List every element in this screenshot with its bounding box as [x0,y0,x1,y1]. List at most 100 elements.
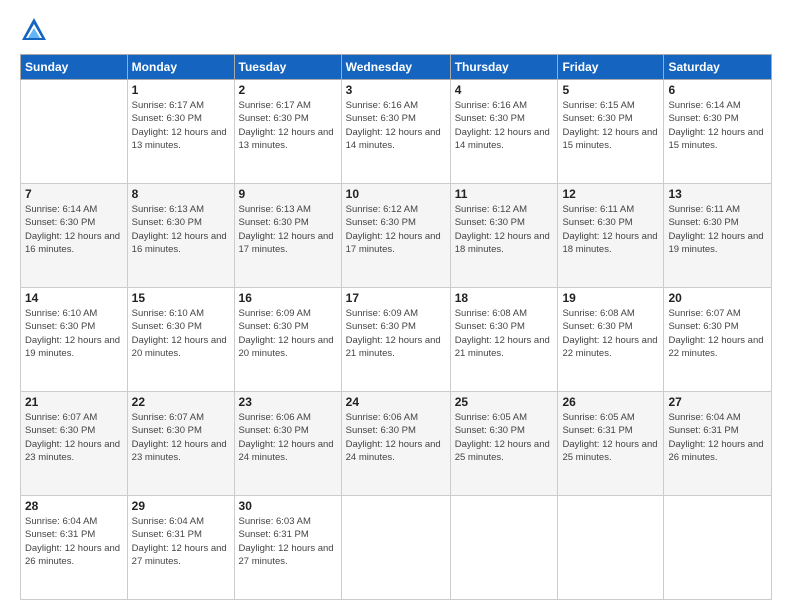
calendar-cell: 9 Sunrise: 6:13 AMSunset: 6:30 PMDayligh… [234,184,341,288]
calendar-cell: 22 Sunrise: 6:07 AMSunset: 6:30 PMDaylig… [127,392,234,496]
day-info: Sunrise: 6:14 AMSunset: 6:30 PMDaylight:… [25,204,120,255]
calendar-header-wednesday: Wednesday [341,55,450,80]
calendar-header-row: SundayMondayTuesdayWednesdayThursdayFrid… [21,55,772,80]
day-info: Sunrise: 6:11 AMSunset: 6:30 PMDaylight:… [668,204,763,255]
day-info: Sunrise: 6:05 AMSunset: 6:31 PMDaylight:… [562,412,657,463]
calendar-cell: 15 Sunrise: 6:10 AMSunset: 6:30 PMDaylig… [127,288,234,392]
day-number: 22 [132,395,230,409]
calendar-week-1: 1 Sunrise: 6:17 AMSunset: 6:30 PMDayligh… [21,80,772,184]
day-info: Sunrise: 6:11 AMSunset: 6:30 PMDaylight:… [562,204,657,255]
day-number: 30 [239,499,337,513]
day-number: 21 [25,395,123,409]
calendar-cell: 5 Sunrise: 6:15 AMSunset: 6:30 PMDayligh… [558,80,664,184]
day-info: Sunrise: 6:07 AMSunset: 6:30 PMDaylight:… [25,412,120,463]
calendar-cell [341,496,450,600]
day-number: 27 [668,395,767,409]
day-number: 19 [562,291,659,305]
day-info: Sunrise: 6:04 AMSunset: 6:31 PMDaylight:… [25,516,120,567]
calendar-cell: 7 Sunrise: 6:14 AMSunset: 6:30 PMDayligh… [21,184,128,288]
calendar-header-friday: Friday [558,55,664,80]
calendar-header-sunday: Sunday [21,55,128,80]
day-info: Sunrise: 6:06 AMSunset: 6:30 PMDaylight:… [346,412,441,463]
day-info: Sunrise: 6:09 AMSunset: 6:30 PMDaylight:… [346,308,441,359]
day-info: Sunrise: 6:10 AMSunset: 6:30 PMDaylight:… [132,308,227,359]
day-number: 16 [239,291,337,305]
day-info: Sunrise: 6:06 AMSunset: 6:30 PMDaylight:… [239,412,334,463]
day-number: 15 [132,291,230,305]
calendar-cell [21,80,128,184]
day-number: 5 [562,83,659,97]
day-number: 18 [455,291,554,305]
day-number: 3 [346,83,446,97]
day-info: Sunrise: 6:07 AMSunset: 6:30 PMDaylight:… [668,308,763,359]
calendar-cell: 17 Sunrise: 6:09 AMSunset: 6:30 PMDaylig… [341,288,450,392]
calendar-cell: 21 Sunrise: 6:07 AMSunset: 6:30 PMDaylig… [21,392,128,496]
calendar-cell: 16 Sunrise: 6:09 AMSunset: 6:30 PMDaylig… [234,288,341,392]
day-info: Sunrise: 6:08 AMSunset: 6:30 PMDaylight:… [455,308,550,359]
day-info: Sunrise: 6:17 AMSunset: 6:30 PMDaylight:… [132,100,227,151]
day-number: 12 [562,187,659,201]
calendar-cell: 27 Sunrise: 6:04 AMSunset: 6:31 PMDaylig… [664,392,772,496]
logo [20,16,52,44]
calendar-week-3: 14 Sunrise: 6:10 AMSunset: 6:30 PMDaylig… [21,288,772,392]
day-info: Sunrise: 6:16 AMSunset: 6:30 PMDaylight:… [455,100,550,151]
day-info: Sunrise: 6:14 AMSunset: 6:30 PMDaylight:… [668,100,763,151]
day-number: 10 [346,187,446,201]
calendar-cell: 1 Sunrise: 6:17 AMSunset: 6:30 PMDayligh… [127,80,234,184]
calendar-cell: 20 Sunrise: 6:07 AMSunset: 6:30 PMDaylig… [664,288,772,392]
day-number: 24 [346,395,446,409]
header [20,16,772,44]
day-number: 9 [239,187,337,201]
calendar-cell: 29 Sunrise: 6:04 AMSunset: 6:31 PMDaylig… [127,496,234,600]
calendar-header-monday: Monday [127,55,234,80]
calendar-cell: 8 Sunrise: 6:13 AMSunset: 6:30 PMDayligh… [127,184,234,288]
day-number: 29 [132,499,230,513]
calendar-header-saturday: Saturday [664,55,772,80]
calendar-cell: 3 Sunrise: 6:16 AMSunset: 6:30 PMDayligh… [341,80,450,184]
calendar-header-tuesday: Tuesday [234,55,341,80]
calendar-cell: 14 Sunrise: 6:10 AMSunset: 6:30 PMDaylig… [21,288,128,392]
day-info: Sunrise: 6:12 AMSunset: 6:30 PMDaylight:… [455,204,550,255]
day-number: 11 [455,187,554,201]
calendar-cell: 19 Sunrise: 6:08 AMSunset: 6:30 PMDaylig… [558,288,664,392]
day-number: 4 [455,83,554,97]
day-number: 14 [25,291,123,305]
logo-icon [20,16,48,44]
calendar-cell: 13 Sunrise: 6:11 AMSunset: 6:30 PMDaylig… [664,184,772,288]
day-number: 1 [132,83,230,97]
day-info: Sunrise: 6:05 AMSunset: 6:30 PMDaylight:… [455,412,550,463]
day-number: 7 [25,187,123,201]
day-number: 2 [239,83,337,97]
day-info: Sunrise: 6:07 AMSunset: 6:30 PMDaylight:… [132,412,227,463]
day-info: Sunrise: 6:17 AMSunset: 6:30 PMDaylight:… [239,100,334,151]
calendar-header-thursday: Thursday [450,55,558,80]
day-info: Sunrise: 6:13 AMSunset: 6:30 PMDaylight:… [239,204,334,255]
page: SundayMondayTuesdayWednesdayThursdayFrid… [0,0,792,612]
day-info: Sunrise: 6:09 AMSunset: 6:30 PMDaylight:… [239,308,334,359]
calendar-cell: 30 Sunrise: 6:03 AMSunset: 6:31 PMDaylig… [234,496,341,600]
calendar-week-4: 21 Sunrise: 6:07 AMSunset: 6:30 PMDaylig… [21,392,772,496]
calendar-cell: 25 Sunrise: 6:05 AMSunset: 6:30 PMDaylig… [450,392,558,496]
day-info: Sunrise: 6:03 AMSunset: 6:31 PMDaylight:… [239,516,334,567]
calendar-cell [450,496,558,600]
day-info: Sunrise: 6:15 AMSunset: 6:30 PMDaylight:… [562,100,657,151]
day-number: 26 [562,395,659,409]
day-info: Sunrise: 6:04 AMSunset: 6:31 PMDaylight:… [668,412,763,463]
calendar-cell: 12 Sunrise: 6:11 AMSunset: 6:30 PMDaylig… [558,184,664,288]
day-number: 28 [25,499,123,513]
day-info: Sunrise: 6:16 AMSunset: 6:30 PMDaylight:… [346,100,441,151]
day-number: 17 [346,291,446,305]
calendar-cell [664,496,772,600]
calendar-week-2: 7 Sunrise: 6:14 AMSunset: 6:30 PMDayligh… [21,184,772,288]
calendar-week-5: 28 Sunrise: 6:04 AMSunset: 6:31 PMDaylig… [21,496,772,600]
calendar-cell: 26 Sunrise: 6:05 AMSunset: 6:31 PMDaylig… [558,392,664,496]
calendar-cell: 24 Sunrise: 6:06 AMSunset: 6:30 PMDaylig… [341,392,450,496]
calendar-cell: 6 Sunrise: 6:14 AMSunset: 6:30 PMDayligh… [664,80,772,184]
day-number: 23 [239,395,337,409]
calendar-cell: 4 Sunrise: 6:16 AMSunset: 6:30 PMDayligh… [450,80,558,184]
calendar-cell: 2 Sunrise: 6:17 AMSunset: 6:30 PMDayligh… [234,80,341,184]
calendar-table: SundayMondayTuesdayWednesdayThursdayFrid… [20,54,772,600]
day-info: Sunrise: 6:04 AMSunset: 6:31 PMDaylight:… [132,516,227,567]
calendar-cell: 28 Sunrise: 6:04 AMSunset: 6:31 PMDaylig… [21,496,128,600]
day-number: 6 [668,83,767,97]
